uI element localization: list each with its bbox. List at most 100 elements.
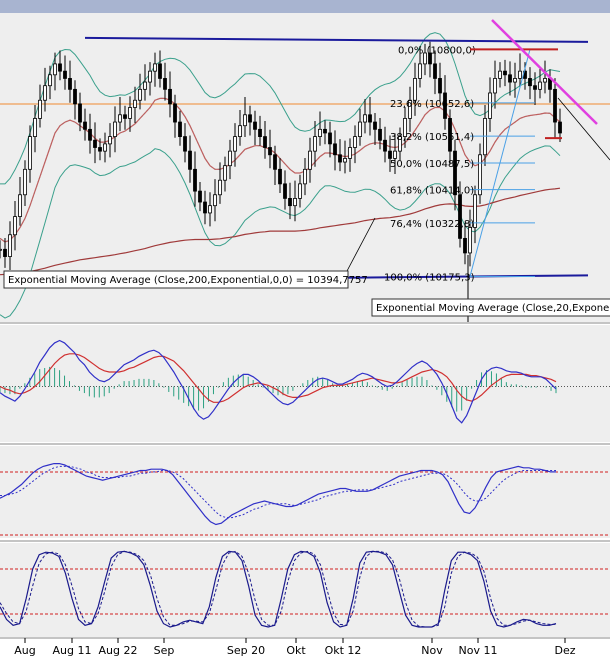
ema200-tooltip-text: Exponential Moving Average (Close,200,Ex…	[8, 275, 368, 286]
candle-body	[393, 150, 397, 159]
candle-body	[253, 121, 257, 130]
candle-body	[313, 136, 317, 152]
candle-body	[378, 128, 382, 141]
x-axis-tick-label: Sep 20	[227, 644, 265, 657]
candle-body	[118, 114, 122, 123]
candle-body	[43, 85, 47, 101]
candle-body	[528, 78, 532, 87]
candle-body	[173, 103, 177, 123]
candle-body	[553, 88, 557, 123]
candle-body	[538, 81, 542, 90]
candle-body	[338, 154, 342, 163]
x-axis-tick-label: Aug	[14, 644, 35, 657]
candle-body	[353, 136, 357, 148]
candle-body	[318, 128, 322, 137]
candle-body	[483, 118, 487, 156]
fib-level-label: 76,4% (10322,8)	[390, 219, 474, 230]
candle-body	[68, 78, 72, 90]
candle-body	[493, 78, 497, 94]
x-axis-tick-label: Aug 11	[53, 644, 92, 657]
candle-body	[213, 194, 217, 207]
candle-body	[438, 78, 442, 94]
candle-body	[343, 158, 347, 163]
candle-body	[63, 70, 67, 79]
candle-body	[308, 150, 312, 170]
candle-body	[113, 121, 117, 137]
chart-canvas: 0,0% (10800,0) 23,6% (10652,6) 38,2% (1056…	[0, 0, 610, 657]
candle-body	[178, 121, 182, 137]
ema20-tooltip: Exponential Moving Average (Close,20,Exp…	[371, 298, 610, 317]
candle-body	[28, 136, 32, 170]
candle-body	[38, 99, 42, 119]
x-axis-tick-label: Aug 22	[99, 644, 138, 657]
x-axis-tick-label: Okt	[286, 644, 306, 657]
candle-body	[433, 63, 437, 79]
candle-body	[348, 147, 352, 159]
macd-panel	[0, 325, 610, 442]
fib-level-label: 61,8% (10414,0)	[390, 186, 474, 197]
candle-body	[458, 194, 462, 239]
candle-body	[93, 139, 97, 148]
candle-body	[238, 125, 242, 137]
candle-body	[503, 70, 507, 76]
x-axis: Aug Aug 11 Aug 22 Sep Sep 20 Okt Okt 12 Nov Nov …	[14, 638, 576, 657]
candle-body	[298, 183, 302, 199]
candle-body	[558, 121, 562, 134]
candle-body	[218, 179, 222, 196]
candle-body	[498, 70, 502, 79]
candle-body	[223, 165, 227, 181]
candle-body	[148, 70, 152, 83]
candle-body	[243, 114, 247, 127]
candle-body	[303, 168, 307, 185]
candle-body	[383, 139, 387, 152]
candle-body	[163, 78, 167, 90]
x-axis-tick-label: Okt 12	[325, 644, 362, 657]
candle-body	[143, 81, 147, 90]
candle-body	[133, 99, 137, 108]
fib-level-label: 38,2% (10561,4)	[390, 132, 474, 143]
ema20-tooltip-text: Exponential Moving Average (Close,20,Exp…	[376, 303, 610, 314]
candle-body	[158, 63, 162, 79]
candle-body	[278, 168, 282, 185]
candle-body	[203, 201, 207, 214]
candle-body	[543, 78, 547, 83]
candle-body	[468, 227, 472, 254]
candle-body	[328, 132, 332, 145]
candle-body	[18, 194, 22, 217]
candle-body	[108, 136, 112, 145]
x-axis-tick-label: Nov	[421, 644, 443, 657]
candle-body	[33, 118, 37, 138]
x-axis-tick-label: Dez	[554, 644, 575, 657]
candle-body	[13, 216, 17, 236]
candle-body	[198, 190, 202, 203]
candle-body	[333, 143, 337, 156]
candle-body	[188, 150, 192, 170]
candle-body	[273, 154, 277, 170]
ema200-tooltip: Exponential Moving Average (Close,200,Ex…	[3, 270, 368, 289]
candle-body	[103, 143, 107, 152]
candle-body	[533, 85, 537, 90]
candle-body	[363, 114, 367, 123]
candle-body	[258, 128, 262, 137]
candle-body	[58, 63, 62, 72]
candle-body	[513, 78, 517, 83]
candle-body	[288, 197, 292, 207]
candle-body	[418, 63, 422, 79]
candle-body	[283, 183, 287, 199]
candle-body	[518, 70, 522, 79]
rsi-panel	[0, 446, 610, 538]
candle-body	[73, 88, 77, 105]
candle-body	[323, 128, 327, 134]
candle-body	[138, 88, 142, 101]
candle-body	[168, 88, 172, 105]
candle-body	[463, 237, 467, 254]
candle-body	[263, 136, 267, 148]
candle-body	[3, 248, 7, 257]
fib-level-label: 50,0% (10487,5)	[390, 159, 474, 170]
candle-body	[488, 92, 492, 119]
x-axis-tick-label: Nov 11	[459, 644, 498, 657]
candle-body	[183, 136, 187, 152]
candle-body	[53, 63, 57, 76]
candle-body	[123, 114, 127, 119]
candle-body	[268, 147, 272, 156]
